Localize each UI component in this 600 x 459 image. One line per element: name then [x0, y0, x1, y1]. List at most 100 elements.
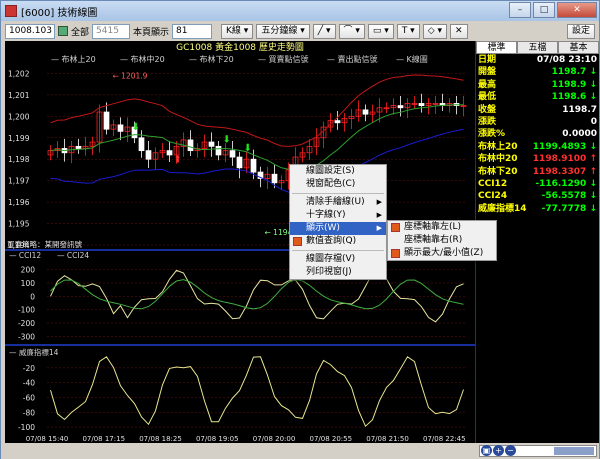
quote-value: 0.0000: [562, 129, 597, 140]
candle-body: [187, 139, 194, 152]
zoom-out-icon[interactable]: −: [505, 445, 516, 456]
quote-row: 開盤 1198.7 ↓: [476, 66, 599, 78]
legend-entry: — 布林中20: [120, 54, 165, 64]
titlebar: [6000] 技術線圖 – □ ✕: [1, 1, 599, 21]
context-menu-item[interactable]: 列印視窗(J): [290, 266, 386, 279]
menu-item-label: 座標軸靠右(R): [404, 235, 463, 245]
quote-value: -77.7778 ↓: [541, 203, 597, 214]
menu-separator: [292, 250, 384, 251]
quote-value: -56.5578 ↓: [541, 191, 597, 202]
chart-type-label: K線: [226, 25, 241, 36]
menu-item-label: 清除手繪線(U): [306, 197, 365, 207]
price-tick-label: 1,200: [8, 112, 30, 121]
wr-tick-label: -80: [23, 408, 35, 417]
tab-standard[interactable]: 標準: [476, 41, 517, 54]
time-tick-label: 07/08 21:50: [366, 435, 409, 443]
quote-label: 最高: [478, 79, 497, 90]
candle-body: [138, 137, 145, 152]
menu-item-label: 視窗配色(C): [306, 179, 356, 189]
eraser-tool[interactable]: ◇ ▾: [422, 23, 448, 39]
interval-dropdown[interactable]: 五分鐘線 ▾: [256, 23, 310, 39]
text-tool[interactable]: T ▾: [396, 23, 420, 39]
context-menu-item[interactable]: 清除手繪線(U) ▶: [290, 196, 386, 209]
cci-tick-label: 0: [30, 292, 35, 301]
quote-label: 布林下20: [478, 166, 518, 177]
quote-label: 漲跌%: [478, 129, 506, 140]
sell-signal-icon: ⬇: [223, 135, 231, 146]
minimize-button[interactable]: –: [509, 2, 531, 18]
quote-row: 日期 07/08 23:10: [476, 54, 599, 66]
tab-five-level[interactable]: 五檔: [517, 41, 558, 54]
price-tick-label: 1,198: [8, 155, 30, 164]
time-tick-label: 07/08 20:55: [309, 435, 352, 443]
submenu-item[interactable]: 座標軸靠右(R): [388, 234, 496, 247]
window-controls: – □ ✕: [509, 2, 597, 18]
context-menu-item[interactable]: 線圖存檔(V): [290, 253, 386, 266]
submenu-item[interactable]: 座標軸靠左(L): [388, 221, 496, 234]
price-tick-label: 1,201: [8, 91, 30, 100]
symbol-select[interactable]: 1008.103 ▾: [5, 23, 55, 49]
chart-type-dropdown[interactable]: K線 ▾: [221, 23, 254, 39]
context-menu-item[interactable]: 顯示(W) ▶: [290, 222, 386, 235]
maximize-button[interactable]: □: [533, 2, 555, 18]
draw-line-tool[interactable]: ╱ ▾: [312, 23, 336, 39]
quote-row: 布林上20 1199.4893 ↓: [476, 141, 599, 153]
candle-body: [418, 103, 425, 107]
zoom-fit-icon[interactable]: ▣: [481, 445, 492, 456]
draw-shape-tool[interactable]: ▭ ▾: [367, 23, 394, 39]
context-menu-item[interactable]: 數值查詢(Q): [290, 235, 386, 248]
quote-row: 收盤 1198.7: [476, 104, 599, 116]
candle-body: [166, 150, 173, 156]
draw-polyline-tool[interactable]: ⌒ ▾: [338, 23, 365, 39]
legend-entry: — 買賣點信號: [258, 54, 309, 64]
quote-row: 漲跌 0: [476, 116, 599, 128]
scrollbar-thumb[interactable]: [554, 447, 594, 455]
page-label: 本頁顯示: [133, 27, 170, 38]
price-tick-label: 1,197: [8, 177, 30, 186]
context-menu-item[interactable]: 十字線(Y) ▶: [290, 209, 386, 222]
price-tick-label: 1,196: [8, 198, 30, 207]
wr-tick-label: -20: [23, 364, 35, 373]
quote-rows: 日期 07/08 23:10 開盤 1198.7 ↓ 最高 1198.9 ↓ 最低 1198.…: [476, 54, 599, 215]
candle-body: [271, 173, 278, 184]
context-menu-item[interactable]: 線圖設定(S): [290, 165, 386, 178]
check-icon: [391, 249, 400, 258]
cci12-legend: — CCI12: [9, 251, 41, 260]
menu-item-label: 列印視窗(J): [306, 267, 352, 277]
high-value-label: ← 1201.9: [113, 72, 148, 81]
time-tick-label: 07/08 17:15: [82, 435, 125, 443]
candle-body: [236, 156, 243, 169]
bollinger-lower-line: [50, 128, 464, 196]
submenu-item[interactable]: 顯示最大/最小值(Z): [388, 247, 496, 260]
wr-tick-label: -40: [23, 379, 35, 388]
time-tick-label: 07/08 15:40: [26, 435, 69, 443]
cci-tick-label: -300: [18, 332, 35, 341]
submenu-arrow-icon: ▶: [376, 224, 382, 232]
price-tick-label: 1,202: [8, 69, 30, 78]
legend-entry: — 賣出點信號: [327, 54, 378, 64]
quote-value: 0: [590, 116, 597, 127]
candle-body: [397, 105, 404, 109]
menu-item-label: 線圖設定(S): [306, 166, 355, 176]
menu-item-label: 線圖存檔(V): [306, 254, 356, 264]
app-window: [6000] 技術線圖 – □ ✕ 1008.103 ▾ 全部 5415 本頁顯…: [0, 0, 600, 459]
delete-tool[interactable]: ✕: [450, 23, 468, 39]
quote-row: 最低 1198.6 ↓: [476, 91, 599, 103]
zoom-in-icon[interactable]: +: [493, 445, 504, 456]
quote-row: 漲跌% 0.0000: [476, 128, 599, 140]
page-count-field[interactable]: 81: [172, 23, 213, 39]
quote-value: -116.1290 ↓: [535, 178, 597, 189]
close-button[interactable]: ✕: [557, 2, 597, 18]
display-submenu: 座標軸靠左(L) 座標軸靠右(R) 顯示最大/最小值(Z): [387, 220, 497, 261]
app-icon: [5, 5, 17, 17]
candle-body: [103, 111, 110, 130]
settings-button[interactable]: 設定: [566, 23, 595, 39]
cci-tick-label: 100: [21, 279, 36, 288]
tab-basic[interactable]: 基本: [558, 41, 599, 54]
quote-label: 最低: [478, 92, 497, 103]
quote-label: CCI24: [478, 191, 508, 202]
link-icon[interactable]: [58, 26, 68, 36]
candle-body: [229, 150, 236, 158]
count-field[interactable]: 5415: [92, 23, 131, 39]
context-menu-item[interactable]: 視窗配色(C): [290, 178, 386, 191]
